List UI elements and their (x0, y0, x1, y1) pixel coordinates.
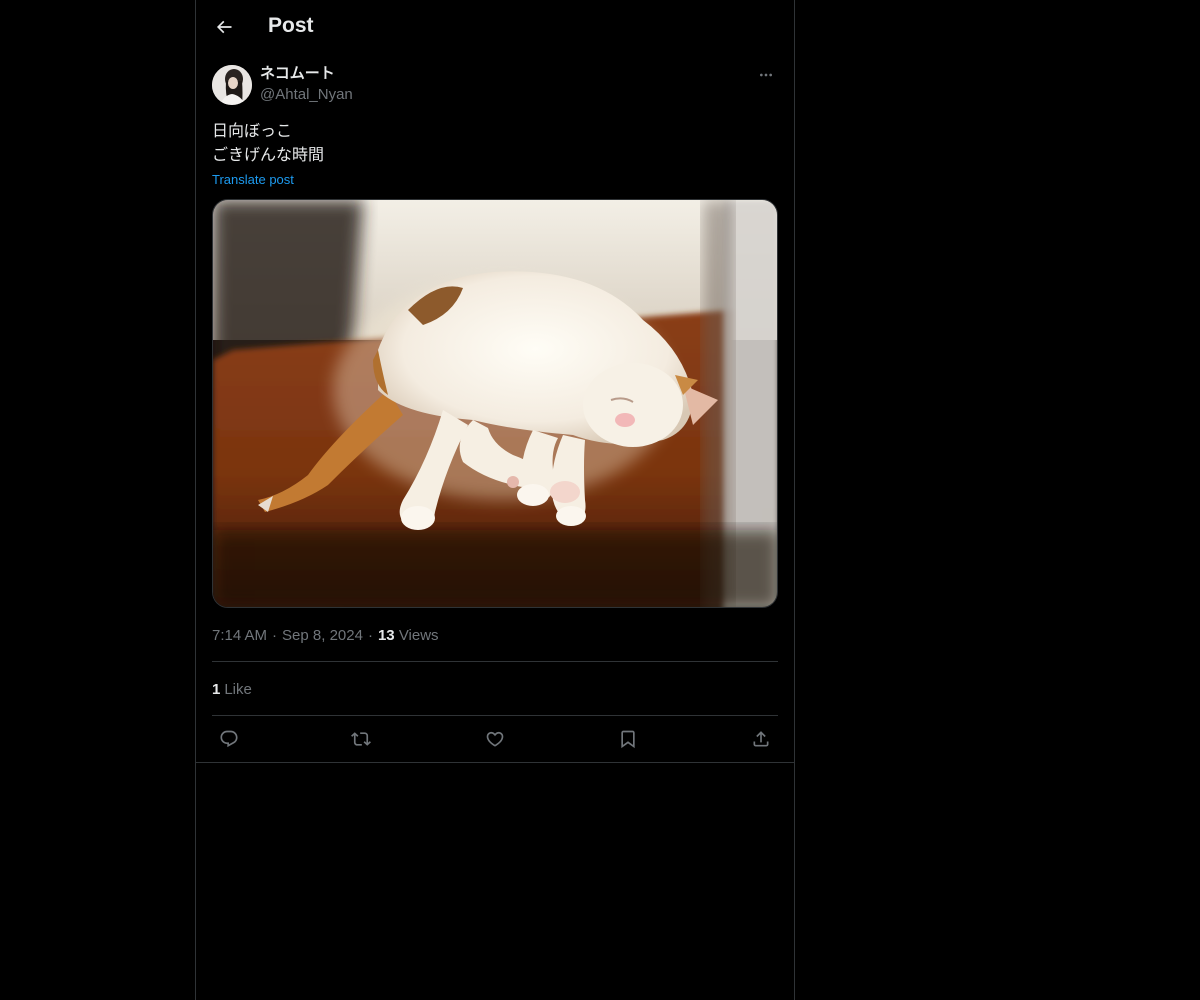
post-date[interactable]: Sep 8, 2024 (282, 627, 363, 644)
divider (212, 715, 778, 716)
post-image[interactable] (212, 199, 778, 608)
likes-label: Like (224, 681, 252, 698)
views-label: Views (398, 627, 439, 644)
reply-icon (220, 730, 238, 748)
post-time[interactable]: 7:14 AM (212, 627, 267, 644)
likes-summary[interactable]: 1 Like (212, 680, 252, 700)
avatar-image (212, 65, 252, 105)
user-handle[interactable]: @Ahtal_Nyan (260, 85, 353, 105)
back-button[interactable] (208, 11, 240, 43)
post-column: Post ネコムート @Ahtal_Nyan 日向ぼっこ ごきげんな時間 Tra… (195, 0, 795, 1000)
arrow-left-icon (216, 20, 232, 34)
post-text: 日向ぼっこ ごきげんな時間 (212, 119, 324, 167)
likes-count: 1 (212, 681, 221, 698)
reply-button[interactable] (212, 722, 246, 756)
more-horizontal-icon (760, 73, 772, 77)
separator-dot: · (272, 627, 278, 644)
repost-icon (351, 732, 371, 746)
like-button[interactable] (478, 722, 512, 756)
action-bar (212, 722, 778, 756)
display-name[interactable]: ネコムート (260, 64, 335, 84)
page-title: Post (268, 14, 314, 37)
share-icon (753, 731, 769, 747)
share-button[interactable] (744, 722, 778, 756)
author-row: ネコムート @Ahtal_Nyan (212, 64, 778, 108)
more-button[interactable] (754, 64, 778, 86)
heart-icon (486, 731, 504, 747)
top-bar: Post (196, 0, 794, 54)
avatar[interactable] (212, 65, 252, 105)
divider (212, 661, 778, 662)
divider (196, 762, 794, 763)
cat-photo (213, 200, 777, 607)
post-text-line: ごきげんな時間 (212, 145, 325, 164)
bookmark-button[interactable] (611, 722, 645, 756)
post-text-line: 日向ぼっこ (212, 121, 293, 140)
views-count: 13 (377, 627, 395, 644)
separator-dot: · (367, 627, 373, 644)
bookmark-icon (621, 730, 635, 749)
translate-post-link[interactable]: Translate post (212, 171, 294, 189)
repost-button[interactable] (344, 722, 378, 756)
post-meta: 7:14 AM · Sep 8, 2024 · 13 Views (212, 626, 439, 646)
